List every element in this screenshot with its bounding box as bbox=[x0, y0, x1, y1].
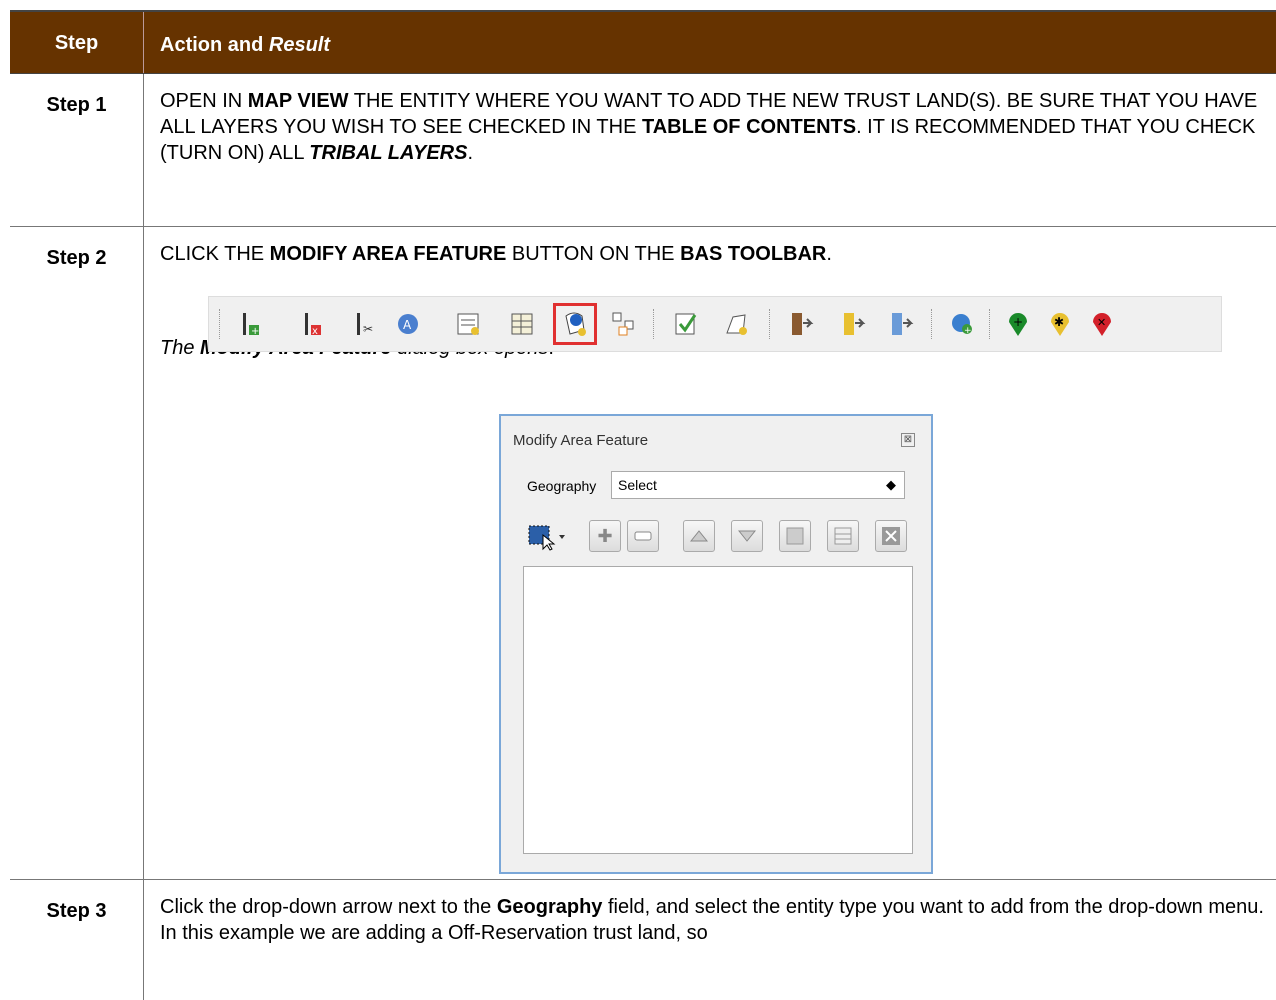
map-button[interactable] bbox=[779, 520, 811, 552]
close-icon[interactable]: ⊠ bbox=[901, 433, 915, 447]
clear-button[interactable] bbox=[875, 520, 907, 552]
table-button[interactable] bbox=[827, 520, 859, 552]
table-icon bbox=[834, 527, 852, 545]
attribute-table-icon[interactable] bbox=[453, 309, 483, 339]
svg-text:A: A bbox=[403, 318, 412, 332]
modify-area-feature-dialog: Modify Area Feature ⊠ Geography Select ◆… bbox=[499, 414, 933, 874]
delete-line-icon[interactable]: x bbox=[299, 309, 329, 339]
remove-button[interactable] bbox=[627, 520, 659, 552]
geography-label: Geography bbox=[527, 478, 597, 494]
topology-icon[interactable] bbox=[609, 309, 639, 339]
step-label: Step 2 bbox=[10, 227, 144, 879]
pin-add-icon[interactable]: + bbox=[1003, 309, 1033, 339]
svg-text:+: + bbox=[1013, 315, 1023, 329]
svg-text:✕: ✕ bbox=[1097, 316, 1106, 329]
triangle-down-icon bbox=[737, 530, 757, 542]
minus-icon bbox=[634, 531, 652, 541]
svg-text:✱: ✱ bbox=[1054, 315, 1064, 329]
modify-area-icon[interactable] bbox=[553, 303, 597, 345]
table-header: Step Action and Result bbox=[10, 12, 1276, 74]
table-row-step-1: Step 1 OPEN IN MAP VIEW THE ENTITY WHERE… bbox=[10, 74, 1276, 227]
feature-list[interactable] bbox=[523, 566, 913, 854]
move-down-button[interactable] bbox=[731, 520, 763, 552]
step-label: Step 3 bbox=[10, 880, 144, 1000]
label-icon[interactable]: A bbox=[395, 309, 425, 339]
geography-value: Select bbox=[618, 477, 657, 493]
export-blue-icon[interactable] bbox=[887, 309, 917, 339]
chevron-updown-icon: ◆ bbox=[886, 477, 896, 492]
edit-table-icon[interactable] bbox=[507, 309, 537, 339]
step-3-text: Click the drop-down arrow next to the Ge… bbox=[160, 896, 1264, 944]
pin-delete-icon[interactable]: ✕ bbox=[1087, 309, 1117, 339]
table-row-step-3: Step 3 Click the drop-down arrow next to… bbox=[10, 880, 1276, 1000]
step-label: Step 1 bbox=[10, 74, 144, 226]
bas-toolbar: + x ✂ A + + ✱ ✕ bbox=[208, 296, 1222, 352]
svg-text:+: + bbox=[964, 326, 972, 336]
header-step: Step bbox=[10, 12, 144, 73]
select-area-icon bbox=[528, 525, 565, 551]
split-line-icon[interactable]: ✂ bbox=[351, 309, 381, 339]
svg-text:✂: ✂ bbox=[363, 322, 373, 336]
import-icon[interactable] bbox=[787, 309, 817, 339]
select-features-button[interactable] bbox=[523, 520, 571, 552]
add-button[interactable]: ✚ bbox=[589, 520, 621, 552]
header-action: Action and Result bbox=[160, 34, 331, 56]
triangle-up-icon bbox=[689, 530, 709, 542]
map-icon bbox=[786, 527, 804, 545]
export-yellow-icon[interactable] bbox=[839, 309, 869, 339]
close-box-icon bbox=[882, 527, 900, 545]
svg-text:+: + bbox=[251, 326, 259, 337]
dialog-title: Modify Area Feature bbox=[513, 432, 649, 449]
move-up-button[interactable] bbox=[683, 520, 715, 552]
add-line-icon[interactable]: + bbox=[237, 309, 267, 339]
geography-select[interactable]: Select ◆ bbox=[611, 471, 905, 499]
pin-star-icon[interactable]: ✱ bbox=[1045, 309, 1075, 339]
svg-text:x: x bbox=[312, 326, 318, 337]
polygon-edit-icon[interactable] bbox=[721, 309, 751, 339]
check-icon[interactable] bbox=[671, 309, 701, 339]
globe-add-icon[interactable]: + bbox=[947, 309, 977, 339]
step-1-text: OPEN IN MAP VIEW THE ENTITY WHERE YOU WA… bbox=[160, 90, 1258, 164]
